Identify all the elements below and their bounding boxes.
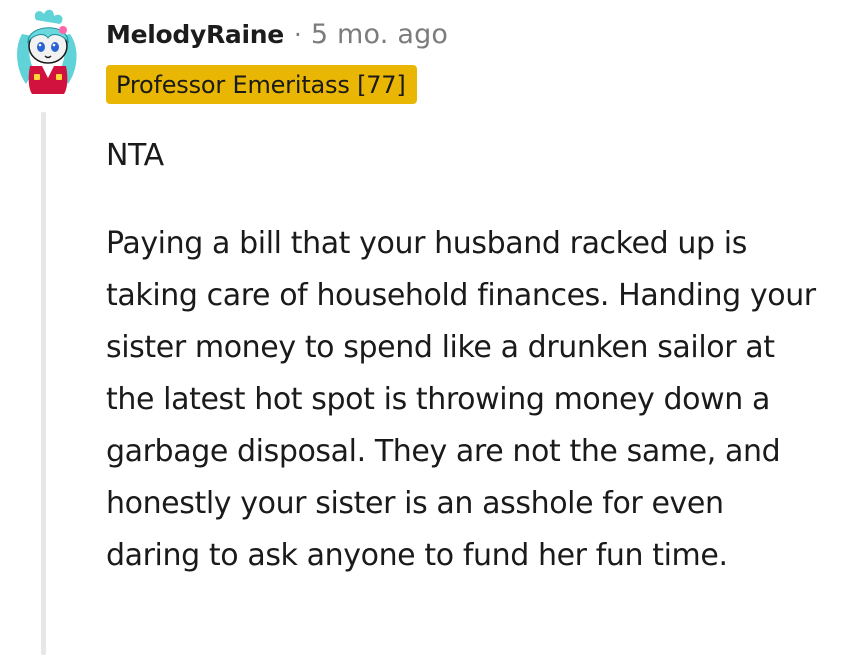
comment-verdict: NTA — [106, 138, 164, 173]
username-link[interactable]: MelodyRaine — [106, 20, 284, 49]
user-avatar[interactable] — [8, 4, 88, 96]
meta-separator: · — [293, 19, 302, 49]
snoo-avatar-icon — [17, 9, 77, 94]
thread-collapse-line[interactable] — [41, 112, 46, 655]
comment-paragraph: Paying a bill that your husband racked u… — [106, 226, 816, 573]
comment-body: NTA Paying a bill that your husband rack… — [106, 130, 826, 582]
user-flair-badge: Professor Emeritass [77] — [106, 65, 417, 104]
comment-meta: MelodyRaine · 5 mo. ago — [106, 14, 448, 54]
timestamp-link[interactable]: 5 mo. ago — [311, 19, 448, 50]
